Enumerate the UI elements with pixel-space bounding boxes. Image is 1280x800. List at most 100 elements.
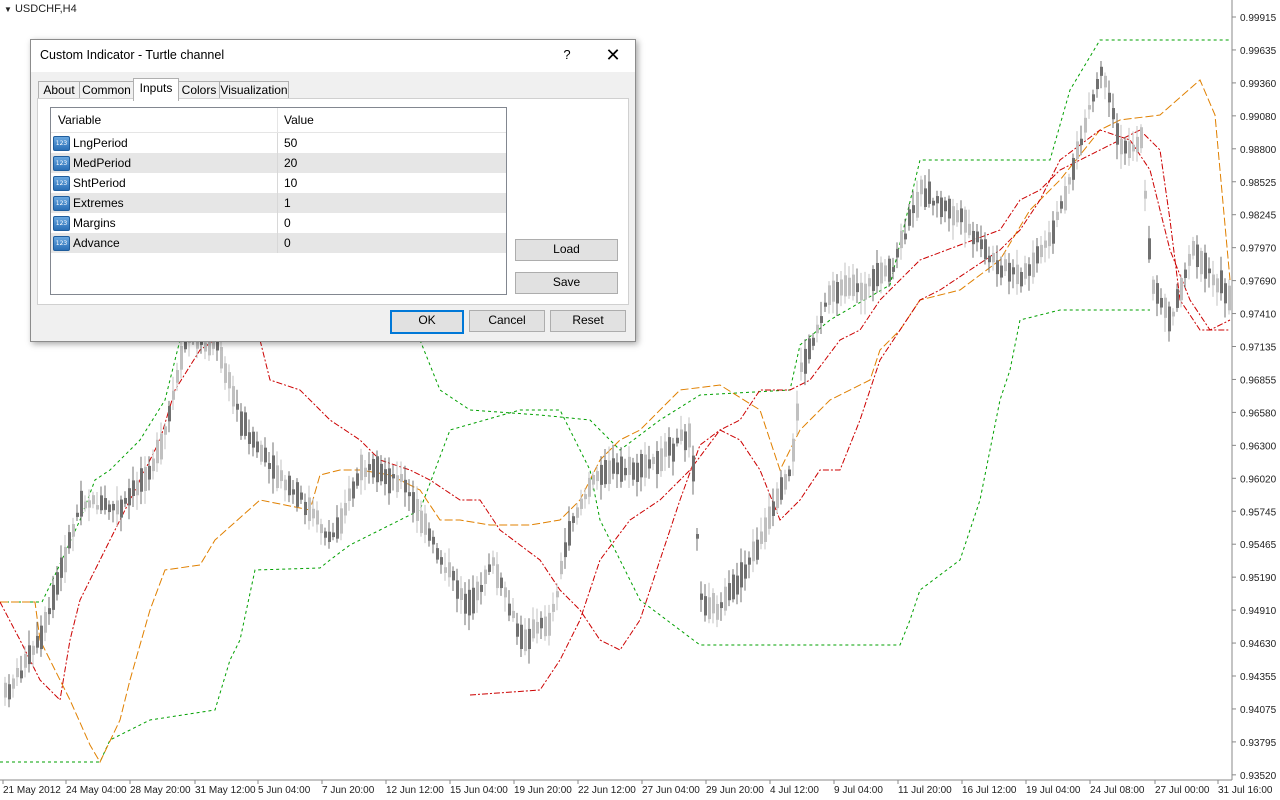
candle-body [396, 475, 399, 493]
candle-body [36, 635, 39, 648]
candle-body [544, 616, 547, 637]
variable-value[interactable]: 50 [284, 136, 297, 150]
candle-body [288, 475, 291, 496]
candle-body [8, 684, 11, 700]
candle-body [772, 501, 775, 516]
dropdown-arrow-icon[interactable]: ▼ [4, 5, 12, 14]
candle-body [800, 362, 803, 372]
variable-value[interactable]: 0 [284, 216, 291, 230]
candle-body [480, 584, 483, 592]
variable-value[interactable]: 10 [284, 176, 297, 190]
candle-body [176, 370, 179, 383]
close-button[interactable]: ✕ [593, 40, 633, 72]
time-label: 27 Jun 04:00 [642, 785, 700, 796]
candle-body [1164, 297, 1167, 318]
grid-row-advance[interactable]: 123 Advance 0 [51, 233, 506, 253]
price-label: 0.93795 [1240, 738, 1277, 749]
price-label: 0.97690 [1240, 277, 1277, 288]
price-label: 0.99360 [1240, 79, 1277, 90]
candle-body [340, 508, 343, 534]
time-label: 5 Jun 04:00 [258, 785, 311, 796]
ok-button[interactable]: OK [390, 310, 464, 334]
candle-body [1076, 141, 1079, 159]
candle-body [1124, 140, 1127, 154]
variable-value[interactable]: 1 [284, 196, 291, 210]
candle-body [1196, 244, 1199, 268]
time-label: 29 Jun 20:00 [706, 785, 764, 796]
candle-body [828, 285, 831, 305]
candle-body [244, 412, 247, 436]
variable-name: MedPeriod [73, 156, 132, 170]
number-icon: 123 [53, 136, 70, 151]
price-label: 0.93520 [1240, 771, 1277, 782]
candle-body [1216, 278, 1219, 293]
candle-body [708, 597, 711, 620]
header-value[interactable]: Value [284, 113, 314, 127]
candle-body [1020, 272, 1023, 287]
candle-body [404, 479, 407, 493]
candle-body [44, 612, 47, 633]
tab-inputs[interactable]: Inputs [133, 78, 179, 101]
candle-body [572, 516, 575, 523]
grid-row-medperiod[interactable]: 123 MedPeriod 20 [51, 153, 506, 173]
candle-body [604, 460, 607, 485]
candle-body [1152, 279, 1155, 294]
candle-body [876, 262, 879, 287]
candle-body [732, 574, 735, 600]
variable-value[interactable]: 0 [284, 236, 291, 250]
candle-body [268, 463, 271, 469]
candle-body [152, 458, 155, 472]
candle-body [48, 608, 51, 615]
candle-body [172, 390, 175, 400]
candle-body [160, 433, 163, 460]
candle-body [776, 488, 779, 509]
load-button[interactable]: Load [515, 239, 618, 261]
candle-body [508, 603, 511, 616]
candle-body [704, 596, 707, 616]
candle-body [180, 346, 183, 370]
candle-body [292, 489, 295, 495]
reset-button[interactable]: Reset [550, 310, 626, 332]
help-button[interactable]: ? [553, 40, 581, 72]
candle-body [148, 465, 151, 480]
time-label: 4 Jul 12:00 [770, 785, 819, 796]
candle-body [100, 495, 103, 511]
cancel-button[interactable]: Cancel [469, 310, 545, 332]
grid-row-margins[interactable]: 123 Margins 0 [51, 213, 506, 233]
header-variable[interactable]: Variable [58, 113, 101, 127]
candle-body [980, 239, 983, 250]
candle-body [344, 502, 347, 516]
candle-body [276, 465, 279, 489]
grid-row-shtperiod[interactable]: 123 ShtPeriod 10 [51, 173, 506, 193]
candle-body [796, 403, 799, 421]
inputs-grid[interactable]: Variable Value 123 LngPeriod 50 123 MedPerio… [50, 107, 507, 295]
candle-body [412, 492, 415, 513]
candle-body [552, 603, 555, 612]
candle-body [1104, 75, 1107, 88]
price-label: 0.96580 [1240, 408, 1277, 419]
candle-body [1128, 141, 1131, 159]
candle-body [20, 670, 23, 679]
candle-body [488, 564, 491, 572]
save-button[interactable]: Save [515, 272, 618, 294]
candle-body [232, 386, 235, 407]
candle-body [416, 498, 419, 521]
candle-body [384, 469, 387, 485]
candle-body [1060, 201, 1063, 209]
grid-row-lngperiod[interactable]: 123 LngPeriod 50 [51, 133, 506, 153]
grid-row-extremes[interactable]: 123 Extremes 1 [51, 193, 506, 213]
candle-body [392, 474, 395, 479]
candle-body [448, 562, 451, 578]
candle-body [88, 500, 91, 508]
candle-body [584, 494, 587, 500]
candle-body [52, 584, 55, 610]
candle-body [856, 283, 859, 293]
candle-body [212, 341, 215, 349]
variable-value[interactable]: 20 [284, 156, 297, 170]
candle-body [440, 557, 443, 565]
candle-body [968, 223, 971, 236]
time-label: 22 Jun 12:00 [578, 785, 636, 796]
candle-body [1096, 79, 1099, 90]
title-bar[interactable]: Custom Indicator - Turtle channel ? ✕ [31, 40, 635, 72]
candle-body [532, 619, 535, 639]
